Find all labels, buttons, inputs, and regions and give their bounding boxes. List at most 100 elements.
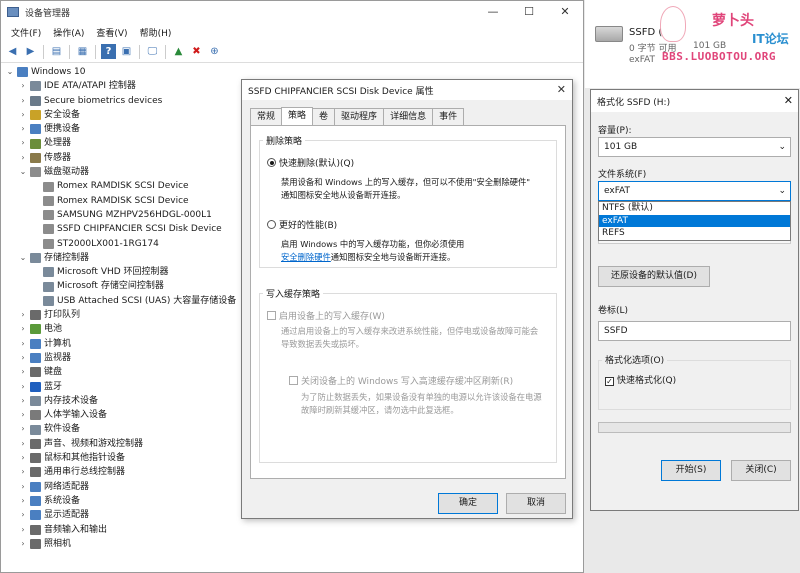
hid-icon (30, 410, 41, 421)
start-button[interactable]: 开始(S) (661, 460, 721, 481)
collapsed-chevron-icon[interactable]: › (18, 408, 28, 422)
dialog-titlebar[interactable]: SSFD CHIPFANCIER SCSI Disk Device 属性 ✕ (242, 80, 572, 100)
collapsed-chevron-icon[interactable]: › (18, 351, 28, 365)
disk-icon (43, 181, 54, 192)
fs-option-refs[interactable]: REFS (599, 227, 790, 240)
forward-icon[interactable]: ▶ (23, 44, 38, 59)
close-format-button[interactable]: 关闭(C) (731, 460, 791, 481)
tree-item[interactable]: › 音频输入和输出 (1, 523, 583, 537)
collapsed-chevron-icon[interactable]: › (18, 322, 28, 336)
filesystem-select[interactable]: exFAT ⌄ (598, 181, 791, 201)
collapsed-chevron-icon[interactable]: › (18, 394, 28, 408)
better-performance-radio[interactable]: 更好的性能(B) (267, 218, 337, 231)
collapsed-chevron-icon[interactable]: › (18, 465, 28, 479)
mouse-icon (30, 453, 41, 464)
safely-remove-link[interactable]: 安全删除硬件 (281, 252, 331, 262)
help-icon[interactable]: ? (101, 44, 116, 59)
cancel-button[interactable]: 取消 (506, 493, 566, 514)
quick-removal-radio[interactable]: 快速删除(默认)(Q) (267, 156, 354, 169)
close-button[interactable]: ✕ (547, 1, 583, 23)
collapsed-chevron-icon[interactable]: › (18, 122, 28, 136)
quick-format-checkbox[interactable]: ✓ 快速格式化(Q) (605, 373, 676, 386)
tree-item-label: SSFD CHIPFANCIER SCSI Disk Device (57, 224, 222, 235)
collapsed-chevron-icon[interactable]: › (18, 422, 28, 436)
collapsed-chevron-icon[interactable]: › (18, 365, 28, 379)
tab-events[interactable]: 事件 (432, 108, 465, 125)
tree-item-label: 便携设备 (44, 124, 81, 135)
format-close-button[interactable]: ✕ (784, 94, 793, 107)
capacity-select[interactable]: 101 GB ⌄ (598, 137, 791, 157)
properties-icon[interactable]: ▦ (75, 44, 90, 59)
collapsed-chevron-icon[interactable]: › (18, 437, 28, 451)
expanded-chevron-icon[interactable]: ⌄ (5, 65, 15, 79)
disk-icon (43, 195, 54, 206)
better-performance-label: 更好的性能(B) (279, 221, 338, 231)
tab-details[interactable]: 详细信息 (383, 108, 434, 125)
collapsed-chevron-icon[interactable]: › (18, 537, 28, 551)
system-icon (30, 496, 41, 507)
volume-label-input[interactable]: SSFD (598, 321, 791, 341)
dialog-close-button[interactable]: ✕ (557, 83, 566, 96)
software-icon (30, 424, 41, 435)
menu-view[interactable]: 查看(V) (90, 26, 133, 39)
collapsed-chevron-icon[interactable]: › (18, 94, 28, 108)
better-performance-desc-tail: 通知图标安全地与设备断开连接。 (330, 252, 456, 262)
checkbox-icon (289, 376, 298, 385)
tab-volumes[interactable]: 卷 (312, 108, 336, 125)
toolbar-separator (95, 44, 96, 59)
tree-item-label: 音频输入和输出 (44, 524, 108, 535)
format-titlebar[interactable]: 格式化 SSFD (H:) ✕ (591, 90, 798, 112)
collapsed-chevron-icon[interactable]: › (18, 136, 28, 150)
quick-removal-desc-2: 通知图标安全地从设备断开连接。 (281, 190, 406, 200)
tab-strip: 常规 策略 卷 驱动程序 详细信息 事件 (250, 107, 465, 125)
collapsed-chevron-icon[interactable]: › (18, 523, 28, 537)
tab-driver[interactable]: 驱动程序 (334, 108, 385, 125)
menu-help[interactable]: 帮助(H) (134, 26, 178, 39)
storage-icon (43, 295, 54, 306)
menu-file[interactable]: 文件(F) (5, 26, 47, 39)
tab-general[interactable]: 常规 (250, 108, 283, 125)
add-driver-icon[interactable]: ▲ (171, 44, 186, 59)
expanded-chevron-icon[interactable]: ⌄ (18, 165, 28, 179)
collapsed-chevron-icon[interactable]: › (18, 108, 28, 122)
battery-icon (30, 324, 41, 335)
collapsed-chevron-icon[interactable]: › (18, 337, 28, 351)
show-hide-tree-icon[interactable]: ▤ (49, 44, 64, 59)
tree-item-label: 鼠标和其他指针设备 (44, 453, 126, 464)
disable-device-icon[interactable]: ⊕ (207, 44, 222, 59)
restore-defaults-button[interactable]: 还原设备的默认值(D) (598, 266, 710, 287)
collapsed-chevron-icon[interactable]: › (18, 79, 28, 93)
expanded-chevron-icon[interactable]: ⌄ (18, 251, 28, 265)
update-driver-icon[interactable]: ▣ (119, 44, 134, 59)
collapsed-chevron-icon[interactable]: › (18, 480, 28, 494)
collapsed-chevron-icon[interactable]: › (18, 308, 28, 322)
chevron-down-icon: ⌄ (778, 186, 786, 196)
device-manager-titlebar[interactable]: 设备管理器 — ☐ ✕ (1, 1, 583, 23)
menu-action[interactable]: 操作(A) (47, 26, 90, 39)
tree-item-label: 内存技术设备 (44, 395, 99, 406)
tree-item-label: 网络适配器 (44, 481, 90, 492)
back-icon[interactable]: ◀ (5, 44, 20, 59)
fs-option-exfat[interactable]: exFAT (599, 214, 790, 228)
collapsed-chevron-icon[interactable]: › (18, 380, 28, 394)
ok-button[interactable]: 确定 (438, 493, 498, 514)
collapsed-chevron-icon[interactable]: › (18, 508, 28, 522)
audio-icon (30, 524, 41, 535)
turn-off-flush-checkbox[interactable]: 关闭设备上的 Windows 写入高速缓存缓冲区刷新(R) (289, 374, 513, 387)
minimize-button[interactable]: — (475, 1, 511, 23)
better-performance-desc-2: 安全删除硬件通知图标安全地与设备断开连接。 (281, 251, 455, 264)
fs-option-ntfs[interactable]: NTFS (默认) (599, 202, 790, 215)
maximize-button[interactable]: ☐ (511, 1, 547, 23)
tab-policies[interactable]: 策略 (281, 107, 314, 125)
enable-write-cache-checkbox[interactable]: 启用设备上的写入缓存(W) (267, 309, 385, 322)
tree-item-label: 电池 (44, 324, 63, 335)
computer-icon (17, 67, 28, 78)
toolbar-separator (69, 44, 70, 59)
scan-hardware-icon[interactable]: 🖵 (145, 44, 160, 59)
uninstall-icon[interactable]: ✖ (189, 44, 204, 59)
collapsed-chevron-icon[interactable]: › (18, 494, 28, 508)
collapsed-chevron-icon[interactable]: › (18, 451, 28, 465)
tree-item[interactable]: › 照相机 (1, 537, 583, 551)
collapsed-chevron-icon[interactable]: › (18, 151, 28, 165)
tree-item[interactable]: ⌄ Windows 10 (1, 65, 583, 79)
